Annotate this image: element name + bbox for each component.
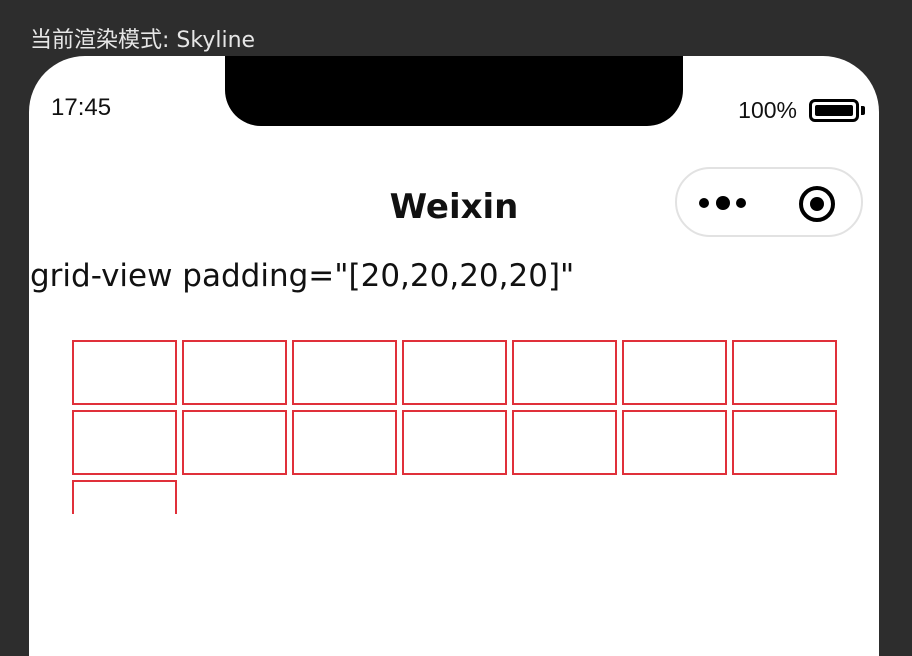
grid-item[interactable]	[72, 340, 177, 405]
battery-level-fill	[815, 105, 853, 116]
page-heading: grid-view padding="[20,20,20,20]"	[30, 258, 575, 294]
grid-item[interactable]	[622, 410, 727, 475]
grid-item[interactable]	[402, 410, 507, 475]
grid-item[interactable]	[402, 340, 507, 405]
grid-item[interactable]	[182, 340, 287, 405]
battery-percentage: 100%	[738, 97, 797, 123]
close-miniprogram-icon[interactable]	[799, 186, 835, 222]
menu-capsule	[675, 167, 863, 237]
grid-view[interactable]	[72, 340, 840, 514]
grid-item[interactable]	[72, 480, 177, 514]
battery-icon	[809, 99, 859, 122]
grid-item[interactable]	[512, 410, 617, 475]
phone-screen: 17:45 100% Weixin grid-view padding="[20…	[29, 56, 879, 656]
more-dot	[699, 198, 709, 208]
grid-item[interactable]	[182, 410, 287, 475]
grid-item[interactable]	[732, 340, 837, 405]
more-dot	[716, 196, 730, 210]
grid-item[interactable]	[732, 410, 837, 475]
status-time: 17:45	[51, 94, 112, 121]
notch	[225, 56, 683, 126]
grid-item[interactable]	[622, 340, 727, 405]
grid-item[interactable]	[292, 410, 397, 475]
render-mode-label: 当前渲染模式: Skyline	[30, 28, 256, 53]
battery-cap	[861, 106, 865, 115]
more-icon[interactable]	[699, 195, 751, 211]
grid-item[interactable]	[292, 340, 397, 405]
grid-item[interactable]	[72, 410, 177, 475]
grid-item[interactable]	[512, 340, 617, 405]
more-dot	[736, 198, 746, 208]
